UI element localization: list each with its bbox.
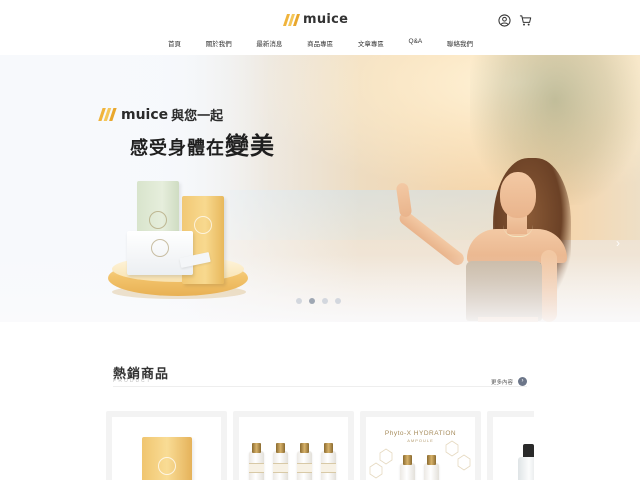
nav-item-contact[interactable]: 聯絡我們: [447, 38, 473, 48]
product-image: [493, 417, 534, 480]
hero-logo-mark-icon: [98, 108, 117, 121]
logo-mark-icon: [283, 13, 300, 26]
carousel-dot-4[interactable]: [335, 298, 341, 304]
hero-banner[interactable]: muice 與您一起 感受身體在變美 ›: [0, 55, 640, 322]
section-subtitle: PRODUCT: [113, 378, 152, 384]
brand-name: muice: [303, 12, 349, 27]
dropper-cap: [523, 444, 534, 458]
dropper-bottle-product: [518, 457, 534, 480]
nav-item-articles[interactable]: 文章專區: [358, 38, 384, 48]
product-card[interactable]: [487, 411, 534, 480]
hexagon-pattern: [369, 440, 471, 479]
product-type: AMPOULE: [407, 438, 434, 443]
carousel-dot-3[interactable]: [322, 298, 328, 304]
green-box-emblem: [149, 211, 167, 229]
hero-brand-name: muice: [121, 106, 169, 123]
hero-brand-line: muice 與您一起: [98, 105, 223, 124]
header-actions: [498, 14, 532, 27]
brand-logo[interactable]: muice: [283, 12, 348, 27]
hero-headline-text: 感受身體在: [130, 138, 225, 159]
gold-box-product: [142, 437, 192, 480]
ampoule-vial: [424, 455, 439, 480]
ampoule-vial: [249, 443, 264, 480]
white-box-emblem: [151, 239, 169, 257]
main-nav: 首頁 關於我們 最新消息 商品專區 文章專區 Q&A 聯絡我們: [168, 38, 473, 48]
hero-headline-emphasis: 變美: [225, 131, 275, 160]
ampoule-vial: [297, 443, 312, 480]
ampoule-vial: [400, 455, 415, 480]
ampoule-vial: [321, 443, 336, 480]
hero-slogan: 與您一起: [171, 109, 224, 124]
more-label: 更多內容: [491, 379, 514, 386]
gold-box-emblem: [194, 216, 212, 234]
carousel-dots: [296, 298, 341, 304]
more-link[interactable]: 更多內容 ›: [491, 377, 528, 386]
nav-item-home[interactable]: 首頁: [168, 38, 181, 48]
white-product-box: [127, 231, 193, 275]
product-image: [112, 417, 221, 480]
model-face: [500, 172, 536, 218]
section-divider: [113, 386, 527, 387]
carousel-dot-1[interactable]: [296, 298, 302, 304]
nav-item-about[interactable]: 關於我們: [206, 38, 232, 48]
site-header: muice 首頁 關於我們 最新消息 商品專區 文章專區 Q&A 聯絡我們: [0, 0, 640, 55]
product-card[interactable]: [106, 411, 227, 480]
product-carousel: Phyto-X HYDRATION AMPOULE: [106, 411, 534, 480]
product-card[interactable]: Phyto-X HYDRATION AMPOULE: [360, 411, 481, 480]
hero-headline: 感受身體在變美: [130, 126, 275, 161]
hero-bottom-fade: [0, 255, 640, 322]
nav-item-news[interactable]: 最新消息: [256, 38, 282, 48]
user-circle-icon[interactable]: [498, 14, 511, 27]
nav-item-faq[interactable]: Q&A: [409, 38, 423, 48]
product-image: Phyto-X HYDRATION AMPOULE: [366, 417, 475, 480]
cart-icon[interactable]: [519, 14, 532, 27]
product-card[interactable]: [233, 411, 354, 480]
carousel-dot-2[interactable]: [309, 298, 315, 304]
arrow-right-icon: ›: [518, 377, 528, 386]
product-name: Phyto-X HYDRATION: [384, 430, 457, 437]
ampoule-vial: [273, 443, 288, 480]
product-image: [239, 417, 348, 480]
gold-box-emblem: [158, 457, 176, 475]
chevron-right-icon[interactable]: ›: [616, 236, 626, 250]
nav-item-products[interactable]: 商品專區: [307, 38, 333, 48]
